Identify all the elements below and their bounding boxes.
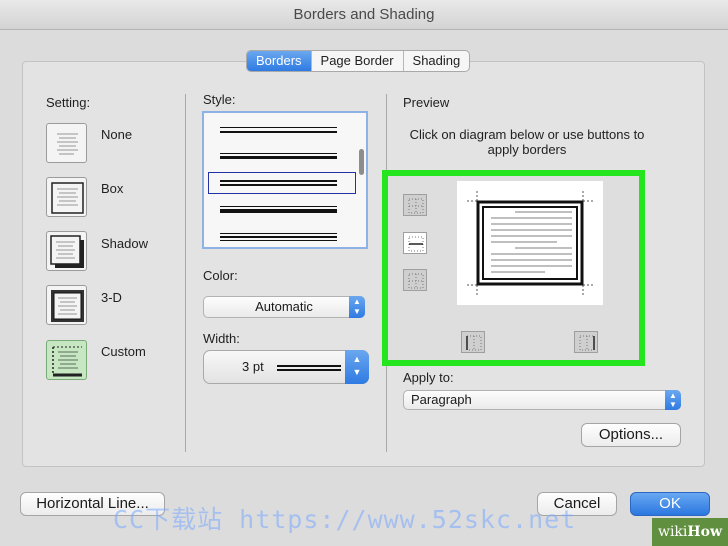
style-option-thick-thin[interactable] [220, 153, 337, 159]
setting-none-button[interactable] [46, 123, 87, 163]
style-option-thick-thin-large[interactable] [220, 206, 337, 213]
width-line-sample [277, 365, 341, 371]
style-list-scrollbar[interactable] [359, 149, 364, 175]
ok-button[interactable]: OK [630, 492, 710, 516]
setting-box-label: Box [101, 181, 124, 196]
width-value: 3 pt [242, 359, 264, 374]
preview-page-icon [467, 191, 593, 295]
color-popup[interactable]: Automatic ▲ ▼ [203, 296, 365, 318]
border-right-icon [579, 335, 595, 351]
border-left-icon [466, 335, 482, 351]
column-divider-left [185, 94, 186, 452]
border-custom-icon [52, 346, 82, 377]
setting-shadow-button[interactable] [46, 231, 87, 271]
border-shadow-icon [50, 235, 84, 268]
tab-bar: Borders Page Border Shading [246, 50, 471, 72]
border-inside-horizontal-icon [408, 236, 424, 252]
inside-horizontal-border-button[interactable] [403, 232, 427, 254]
wikihow-suffix: How [687, 524, 723, 540]
watermark-text: CC下载站 https://www.52skc.net [113, 505, 577, 534]
setting-none-label: None [101, 127, 133, 142]
border-bottom-icon [408, 273, 424, 289]
style-selection-outline [208, 172, 356, 194]
tab-page-border[interactable]: Page Border [310, 51, 403, 71]
setting-shadow-label: Shadow [101, 236, 148, 251]
top-border-button[interactable] [403, 194, 427, 216]
preview-instructions: Click on diagram below or use buttons to… [409, 127, 645, 157]
left-border-button[interactable] [461, 331, 485, 353]
chevron-updown-icon: ▲ ▼ [345, 350, 369, 384]
width-popup[interactable]: 3 pt ▲ ▼ [203, 350, 369, 384]
border-top-icon [408, 198, 424, 214]
color-heading: Color: [203, 268, 238, 283]
apply-to-popup[interactable]: Paragraph ▲ ▼ [403, 390, 681, 410]
window-title: Borders and Shading [0, 0, 728, 30]
borders-shading-dialog: Borders and Shading Borders Page Border … [0, 0, 728, 546]
tab-shading[interactable]: Shading [402, 51, 470, 71]
style-option-thin-double[interactable] [220, 127, 337, 133]
options-button[interactable]: Options... [581, 423, 681, 447]
setting-3d-label: 3-D [101, 290, 122, 305]
chevron-updown-icon: ▲ ▼ [349, 296, 365, 318]
apply-to-heading: Apply to: [403, 370, 454, 385]
setting-box-button[interactable] [46, 177, 87, 217]
width-heading: Width: [203, 331, 240, 346]
setting-custom-label: Custom [101, 344, 146, 359]
border-box-icon [51, 182, 84, 214]
border-3d-icon [51, 290, 84, 322]
color-value: Automatic [255, 299, 313, 314]
style-list[interactable] [202, 111, 368, 249]
tab-borders[interactable]: Borders [247, 51, 311, 71]
border-none-icon [57, 133, 78, 155]
setting-3d-button[interactable] [46, 285, 87, 325]
chevron-updown-icon: ▲ ▼ [665, 390, 681, 410]
bottom-border-button[interactable] [403, 269, 427, 291]
preview-heading: Preview [403, 95, 450, 110]
right-border-button[interactable] [574, 331, 598, 353]
setting-custom-button[interactable] [46, 340, 87, 380]
wikihow-prefix: wiki [657, 524, 688, 540]
setting-heading: Setting: [46, 95, 91, 110]
preview-diagram[interactable] [457, 181, 603, 305]
wikihow-logo: wikiHow [652, 518, 728, 546]
apply-to-value: Paragraph [411, 392, 472, 407]
style-heading: Style: [203, 92, 236, 107]
style-option-triple[interactable] [220, 233, 337, 241]
